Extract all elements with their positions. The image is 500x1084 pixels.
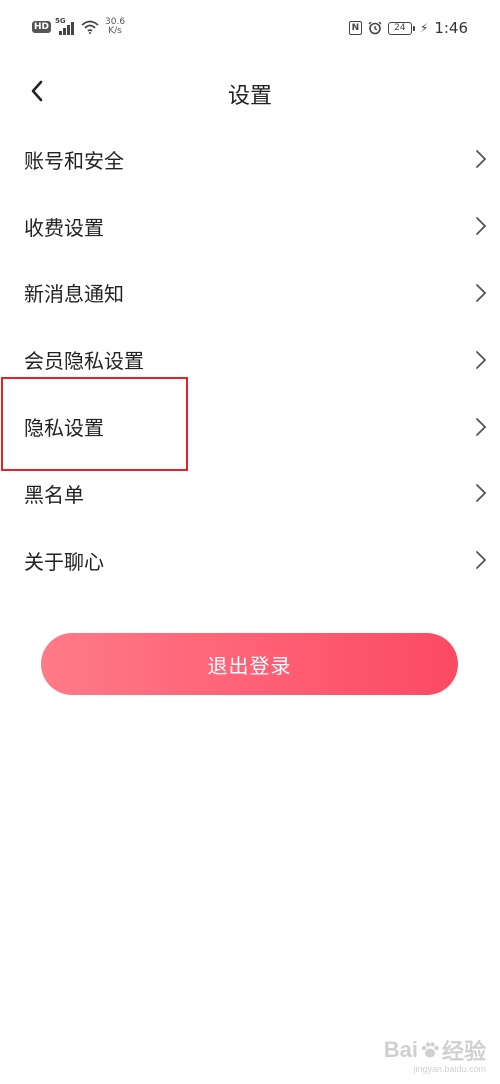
setting-item-label: 黑名单 xyxy=(24,482,84,507)
status-bar: HD 5G 30.6 K/s N 24 ⚡ 1:46 xyxy=(0,0,500,58)
chevron-right-icon xyxy=(476,284,487,302)
setting-item-label: 会员隐私设置 xyxy=(24,349,144,374)
setting-item-label: 隐私设置 xyxy=(24,416,104,441)
setting-item-blacklist[interactable]: 黑名单 xyxy=(0,460,500,527)
watermark-brand-left: Bai xyxy=(383,1037,418,1062)
charging-bolt-icon: ⚡ xyxy=(419,21,429,35)
nav-bar: 设置 xyxy=(0,62,500,122)
status-time: 1:46 xyxy=(434,19,468,37)
setting-item-label: 收费设置 xyxy=(24,215,104,240)
chevron-right-icon xyxy=(476,417,487,436)
logout-button[interactable]: 退出登录 xyxy=(41,633,458,695)
cellular-signal-icon: 5G xyxy=(55,17,77,35)
watermark-url: jingyan.baidu.com xyxy=(413,1064,486,1074)
settings-list: 账号和安全 收费设置 新消息通知 会员隐私设置 隐私设置 黑名单 关于聊心 xyxy=(0,126,500,594)
status-bar-right: N 24 ⚡ 1:46 xyxy=(348,19,468,37)
alarm-icon xyxy=(368,21,382,35)
watermark-brand-right: 经验 xyxy=(441,1039,486,1064)
battery-icon: 24 xyxy=(387,21,415,35)
chevron-right-icon xyxy=(476,350,487,369)
wifi-icon xyxy=(81,20,99,34)
chevron-right-icon xyxy=(476,484,487,503)
logout-button-label: 退出登录 xyxy=(207,653,292,678)
paw-icon xyxy=(421,1042,439,1058)
chevron-right-icon xyxy=(476,551,487,570)
baidu-jingyan-watermark: Bai 经验 jingyan.baidu.com xyxy=(384,1034,486,1074)
setting-item-privacy-settings[interactable]: 隐私设置 xyxy=(0,393,500,460)
page-title: 设置 xyxy=(227,84,272,109)
speed-unit: K/s xyxy=(108,26,122,36)
setting-item-member-privacy[interactable]: 会员隐私设置 xyxy=(0,326,500,393)
setting-item-label: 关于聊心 xyxy=(24,549,104,574)
setting-item-label: 账号和安全 xyxy=(24,148,124,173)
setting-item-new-message-notification[interactable]: 新消息通知 xyxy=(0,260,500,327)
setting-item-charge-settings[interactable]: 收费设置 xyxy=(0,193,500,260)
chevron-right-icon xyxy=(476,217,487,236)
setting-item-account-security[interactable]: 账号和安全 xyxy=(0,126,500,193)
hd-badge: HD xyxy=(32,21,52,33)
nfc-icon: N xyxy=(348,21,362,35)
setting-item-about[interactable]: 关于聊心 xyxy=(0,527,500,594)
setting-item-label: 新消息通知 xyxy=(24,282,124,307)
status-bar-left: HD 5G 30.6 K/s xyxy=(32,17,125,36)
network-speed: 30.6 K/s xyxy=(105,18,125,36)
chevron-right-icon xyxy=(476,150,487,169)
